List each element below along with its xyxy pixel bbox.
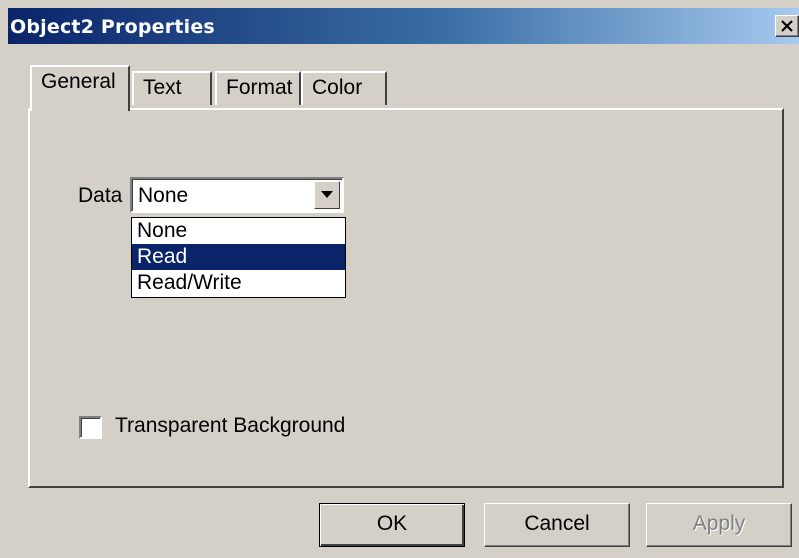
tab-format-label: Format	[226, 76, 293, 99]
cancel-button[interactable]: Cancel	[484, 503, 630, 547]
title-bar[interactable]: Object2 Properties	[8, 8, 799, 44]
close-icon	[781, 20, 793, 32]
data-label: Data	[78, 184, 123, 207]
option-none[interactable]: None	[132, 218, 345, 244]
tab-color[interactable]: Color	[301, 71, 387, 105]
tab-color-label: Color	[312, 76, 363, 99]
tab-text-label: Text	[143, 76, 182, 99]
dropdown-button[interactable]	[314, 181, 340, 209]
window-title: Object2 Properties	[10, 16, 215, 38]
transparent-background-label[interactable]: Transparent Background	[115, 414, 345, 438]
option-read-write[interactable]: Read/Write	[132, 270, 345, 296]
ok-button[interactable]: OK	[319, 503, 465, 547]
tab-general-label: General	[41, 70, 116, 93]
tab-format[interactable]: Format	[215, 71, 301, 105]
data-combobox[interactable]: None	[130, 177, 344, 213]
tab-general[interactable]: General	[30, 65, 130, 111]
transparent-background-checkbox[interactable]	[79, 416, 102, 439]
chevron-down-icon	[321, 191, 333, 198]
tab-text[interactable]: Text	[132, 71, 212, 105]
apply-button[interactable]: Apply	[646, 503, 792, 547]
data-combobox-value: None	[138, 184, 189, 207]
close-button[interactable]	[775, 15, 799, 37]
option-read[interactable]: Read	[132, 244, 345, 270]
data-dropdown-list[interactable]: None Read Read/Write	[131, 217, 346, 298]
